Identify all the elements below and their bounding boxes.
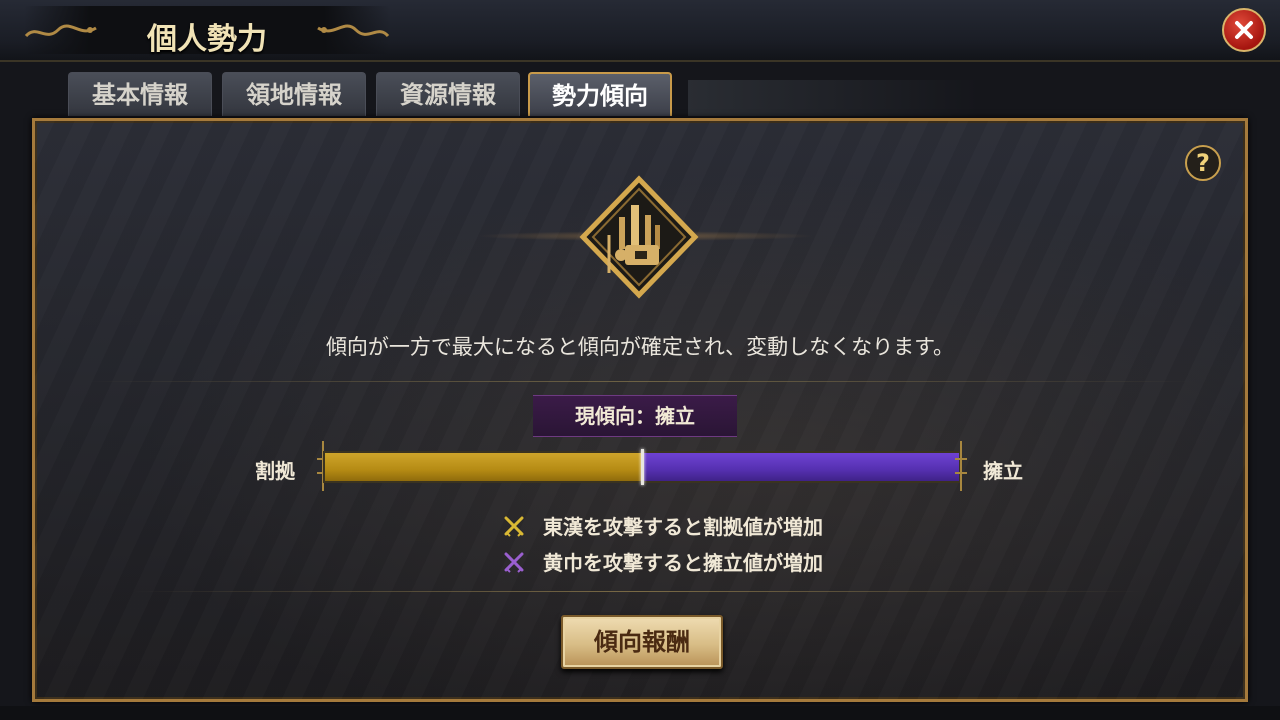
- bar-right-label: 擁立: [983, 459, 1023, 483]
- top-bar: 個人勢力: [0, 0, 1280, 62]
- help-button[interactable]: ?: [1185, 145, 1221, 181]
- title-plate: 個人勢力: [24, 6, 390, 57]
- close-icon: [1235, 21, 1253, 39]
- crossed-swords-gold-icon: [504, 516, 524, 537]
- divider: [135, 591, 1145, 592]
- tab-strip-decoration: [688, 80, 978, 116]
- tendency-bar: [323, 449, 961, 485]
- bar-marker: [641, 449, 644, 485]
- bottom-bar: [0, 706, 1280, 720]
- legend-item-yellow-turban: 黄巾を攻撃すると擁立値が増加: [503, 547, 823, 576]
- current-tendency-badge: 現傾向：擁立: [533, 395, 737, 437]
- tendency-reward-button[interactable]: 傾向報酬: [561, 615, 723, 669]
- bar-cap-right-icon: [955, 441, 967, 491]
- close-button[interactable]: [1222, 8, 1266, 52]
- dragon-ornament-right-icon: [317, 24, 390, 38]
- tab-territory-info[interactable]: 領地情報: [222, 72, 366, 116]
- divider: [85, 381, 1195, 382]
- legend-text: 黄巾を攻撃すると擁立値が増加: [543, 551, 823, 575]
- tendency-panel: ? 傾向が一方で最大になると傾向が確定され、変動しなくなります。 現傾向：擁立 …: [32, 118, 1248, 702]
- crossed-swords-purple-icon: [504, 552, 524, 573]
- bar-fill-support: [642, 453, 959, 481]
- tab-basic-info[interactable]: 基本情報: [68, 72, 212, 116]
- tendency-description: 傾向が一方で最大になると傾向が確定され、変動しなくなります。: [325, 335, 955, 359]
- tab-resource-info[interactable]: 資源情報: [376, 72, 520, 116]
- faction-emblem-icon: [579, 175, 699, 299]
- tab-faction-tendency[interactable]: 勢力傾向: [528, 72, 672, 116]
- legend-item-east-han: 東漢を攻撃すると割拠値が増加: [503, 511, 823, 540]
- bar-fill-separatist: [325, 453, 642, 481]
- bar-left-label: 割拠: [255, 459, 295, 483]
- legend-text: 東漢を攻撃すると割拠値が増加: [543, 515, 823, 539]
